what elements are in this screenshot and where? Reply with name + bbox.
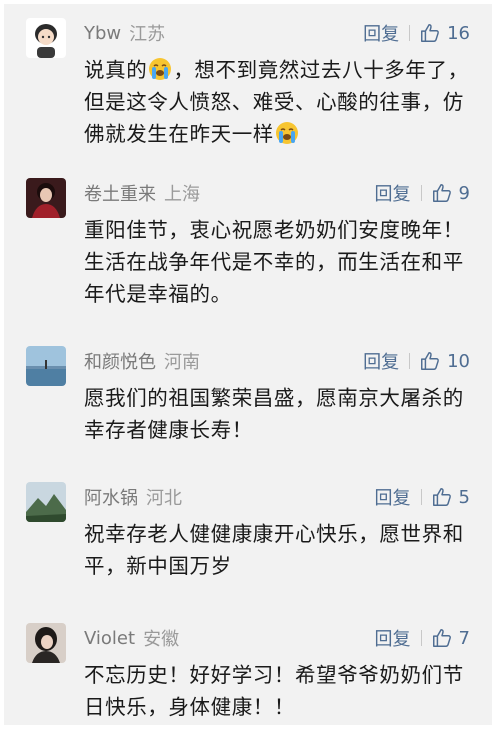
comment-text-part: 说真的 [84, 58, 148, 82]
username[interactable]: Ybw [84, 23, 121, 44]
comment-meta: 卷土重来 上海 [84, 178, 200, 208]
location: 江苏 [129, 24, 166, 45]
cartoon-avatar-icon [26, 18, 66, 58]
comment-meta: 和颜悦色 河南 [84, 346, 200, 376]
portrait-avatar-icon [26, 623, 66, 663]
location: 河南 [164, 352, 200, 373]
comment-text: 祝幸存老人健健康康开心快乐，愿世界和平，新中国万岁 [84, 522, 464, 578]
like-count: 7 [458, 627, 470, 649]
divider [409, 353, 411, 369]
like-button[interactable]: 5 [431, 486, 470, 508]
reply-button[interactable]: 回复 [375, 625, 411, 651]
comment-text: 愿我们的祖国繁荣昌盛，愿南京大屠杀的幸存者健康长寿！ [84, 386, 464, 442]
username[interactable]: 卷土重来 [84, 180, 156, 206]
divider [420, 489, 422, 505]
avatar[interactable] [26, 18, 66, 58]
comment-actions: 回复 10 [363, 346, 470, 376]
username[interactable]: 和颜悦色 [84, 348, 156, 374]
divider [409, 25, 411, 41]
comment-text: 说真的 ，想不到竟然过去八十多年了，但是这令人愤怒、难受、心酸的往事，仿佛就发生在… [84, 54, 474, 150]
reply-button[interactable]: 回复 [375, 484, 411, 510]
reply-button[interactable]: 回复 [363, 20, 399, 46]
thumbs-up-icon [432, 184, 451, 202]
location: 安徽 [143, 629, 180, 650]
crying-face-emoji-icon [275, 122, 298, 144]
like-count: 9 [458, 182, 470, 204]
mountain-avatar-icon [26, 482, 66, 522]
like-button[interactable]: 7 [431, 627, 470, 649]
comment-meta: 阿水锅 河北 [84, 482, 182, 512]
location: 上海 [164, 184, 200, 205]
like-button[interactable]: 9 [431, 182, 470, 204]
like-count: 16 [447, 22, 470, 44]
comment-actions: 回复 9 [375, 178, 470, 208]
username[interactable]: Violet [84, 628, 135, 649]
comment-actions: 回复 5 [375, 482, 470, 512]
reply-button[interactable]: 回复 [363, 348, 399, 374]
avatar[interactable] [26, 623, 66, 663]
comment-actions: 回复 16 [363, 18, 470, 48]
crying-face-emoji-icon [149, 58, 172, 80]
thumbs-up-icon [432, 488, 451, 506]
comment-meta: Violet 安徽 [84, 623, 179, 653]
avatar[interactable] [26, 482, 66, 522]
comment-text: 不忘历史！好好学习！希望爷爷奶奶们节日快乐，身体健康！！ [84, 663, 464, 719]
portrait-avatar-icon [26, 178, 66, 218]
comment-meta: Ybw 江苏 [84, 18, 165, 48]
comment-list: Ybw 江苏 回复 16 说真的 ，想不到竟然过去八十多年了，但是这令人愤怒、难受… [4, 4, 492, 725]
thumbs-up-icon [421, 352, 440, 370]
comment-actions: 回复 7 [375, 623, 470, 653]
divider [420, 185, 422, 201]
location: 河北 [146, 488, 182, 509]
thumbs-up-icon [432, 629, 451, 647]
comment-text: 重阳佳节，衷心祝愿老奶奶们安度晚年！生活在战争年代是不幸的，而生活在和平年代是幸… [84, 218, 464, 306]
avatar[interactable] [26, 178, 66, 218]
divider [420, 630, 422, 646]
like-button[interactable]: 10 [419, 350, 470, 372]
seascape-avatar-icon [26, 346, 66, 386]
username[interactable]: 阿水锅 [84, 484, 138, 510]
reply-button[interactable]: 回复 [375, 180, 411, 206]
like-count: 5 [458, 486, 470, 508]
like-button[interactable]: 16 [419, 22, 470, 44]
avatar[interactable] [26, 346, 66, 386]
thumbs-up-icon [421, 24, 440, 42]
like-count: 10 [447, 350, 470, 372]
